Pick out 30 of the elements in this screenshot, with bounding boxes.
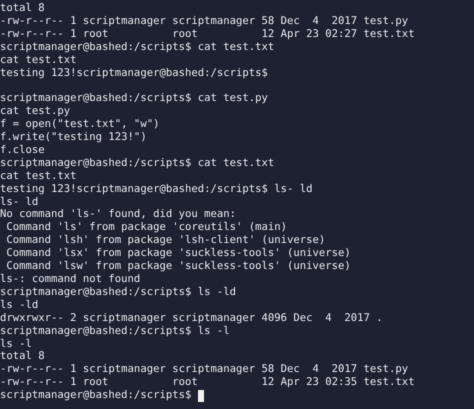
terminal-line: f = open("test.txt", "w") [0, 118, 160, 132]
terminal-line: cat test.txt [0, 54, 77, 67]
terminal-line: ls-: command not found [0, 273, 140, 286]
terminal-line: Command 'lsw' from package 'suckless-tools' (universe) [5, 260, 351, 274]
terminal-line: testing 123!scriptmanager@bashed:/scripts$ ls- ld [0, 182, 313, 196]
terminal-line: ls -l [0, 338, 32, 350]
terminal-line: Command 'ls' from package 'coreutils' (main) [5, 221, 288, 234]
terminal-line: f.close [0, 144, 45, 157]
terminal-line: drwxrwxr-- 2 scriptmanager scriptmanager 4096 Dec 4 2017 . [0, 312, 383, 325]
terminal-line: ls -ld [0, 298, 38, 312]
terminal-line: cat test.py [0, 105, 70, 118]
terminal-line: Command 'lsh' from package 'lsh-client' (universe) [5, 234, 326, 248]
terminal-line: total 8 [0, 2, 45, 15]
prompt-text: scriptmanager@bashed:/scripts$ [0, 389, 192, 402]
terminal-line: scriptmanager@bashed:/scripts$ cat test.py [0, 92, 268, 106]
terminal-line: -rw-r--r-- 1 root root 12 Apr 23 02:35 test.txt [0, 376, 415, 390]
terminal-line: No command 'ls-' found, did you mean: [0, 208, 236, 222]
terminal-line: scriptmanager@bashed:/scripts$ cat test.txt [0, 40, 274, 54]
terminal-line: -rw-r--r-- 1 scriptmanager scriptmanager 58 Dec 4 2017 test.py [0, 14, 408, 28]
terminal-line: total 8 [0, 350, 45, 364]
terminal-line: ls- ld [0, 196, 38, 208]
terminal-line: -rw-r--r-- 1 root root 12 Apr 23 02:27 test.txt [0, 28, 415, 41]
terminal-line: scriptmanager@bashed:/scripts$ ls -ld [0, 286, 236, 299]
terminal-line: -rw-r--r-- 1 scriptmanager scriptmanager 58 Dec 4 2017 test.py [0, 363, 408, 376]
terminal-line: scriptmanager@bashed:/scripts$ ls -l [0, 324, 230, 338]
terminal-line: Command 'lsx' from package 'suckless-tools' (universe) [5, 247, 351, 260]
terminal-line: scriptmanager@bashed:/scripts$ cat test.txt [0, 156, 274, 170]
terminal-line: f.write("testing 123!") [0, 131, 147, 144]
terminal-line: cat test.txt [0, 170, 77, 183]
terminal-line: testing 123!scriptmanager@bashed:/scripts$ [0, 66, 268, 80]
